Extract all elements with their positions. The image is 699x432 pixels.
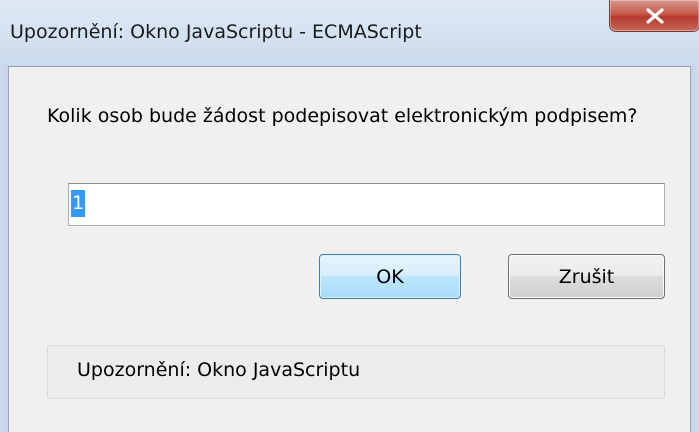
ok-button-label: OK bbox=[376, 265, 404, 288]
title-bar[interactable]: Upozornění: Okno JavaScriptu - ECMAScrip… bbox=[0, 0, 699, 66]
status-panel: Upozornění: Okno JavaScriptu bbox=[47, 345, 665, 399]
window-title: Upozornění: Okno JavaScriptu - ECMAScrip… bbox=[10, 21, 422, 43]
window-frame-right bbox=[690, 66, 699, 432]
cancel-button-label: Zrušit bbox=[558, 265, 615, 288]
prompt-text: Kolik osob bude žádost podepisovat elekt… bbox=[47, 105, 638, 127]
answer-input[interactable] bbox=[68, 183, 665, 226]
ok-button[interactable]: OK bbox=[319, 254, 461, 299]
cancel-button[interactable]: Zrušit bbox=[508, 254, 665, 299]
window-frame-left bbox=[0, 66, 9, 432]
dialog-body: Kolik osob bude žádost podepisovat elekt… bbox=[9, 66, 690, 432]
status-text: Upozornění: Okno JavaScriptu bbox=[77, 359, 361, 381]
close-button[interactable] bbox=[610, 0, 699, 31]
close-icon bbox=[645, 7, 665, 24]
